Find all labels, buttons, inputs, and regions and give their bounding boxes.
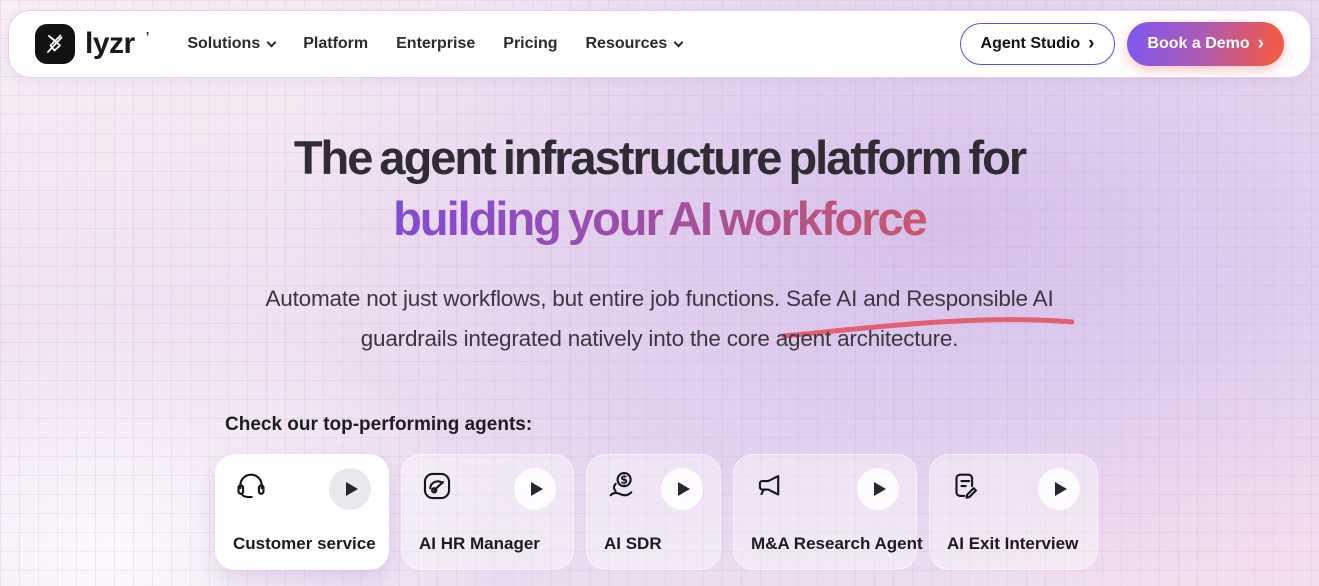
chevron-right-icon: ›	[1257, 33, 1264, 54]
gauge-icon	[419, 468, 455, 504]
title-line-2-gradient: building your AI workforce	[0, 189, 1319, 250]
play-icon	[874, 482, 886, 496]
agent-studio-button[interactable]: Agent Studio ›	[959, 23, 1116, 65]
navbar-actions: Agent Studio › Book a Demo ›	[959, 22, 1284, 66]
title-line-1: The agent infrastructure platform for	[293, 131, 1027, 184]
play-button[interactable]	[329, 468, 371, 510]
play-button[interactable]	[857, 468, 899, 510]
play-icon	[1055, 482, 1067, 496]
top-navbar: lyzr ’ Solutions Platform Enterprise Pri…	[8, 10, 1311, 78]
play-button[interactable]	[661, 468, 703, 510]
nav-item-platform[interactable]: Platform	[303, 35, 368, 53]
play-icon	[346, 482, 358, 496]
hand-dollar-icon: $	[604, 468, 640, 504]
agents-section-label: Check our top-performing agents:	[225, 414, 533, 435]
agent-cards-row: Customer service AI HR Manager $ AI SDR …	[215, 454, 1098, 570]
play-icon	[531, 482, 543, 496]
top-agents-section: Check our top-performing agents: Custome…	[215, 414, 1098, 570]
svg-text:$: $	[620, 472, 628, 486]
play-button[interactable]	[514, 468, 556, 510]
brand-wordmark: lyzr	[85, 27, 135, 60]
agent-card-customer-service[interactable]: Customer service	[215, 454, 389, 570]
nav-item-pricing[interactable]: Pricing	[503, 35, 557, 53]
lyzr-logo[interactable]: lyzr ’	[35, 24, 149, 64]
agent-card-ai-sdr[interactable]: $ AI SDR	[586, 454, 721, 570]
page-title: The agent infrastructure platform for bu…	[0, 128, 1319, 249]
agent-card-ai-exit-interview[interactable]: AI Exit Interview	[929, 454, 1098, 570]
chevron-right-icon: ›	[1088, 33, 1095, 54]
subtitle-line-1: Automate not just workflows, but entire …	[265, 286, 1054, 312]
nav-item-solutions[interactable]: Solutions	[187, 35, 277, 53]
headset-icon	[233, 468, 269, 504]
agent-card-ma-research-agent[interactable]: M&A Research Agent	[733, 454, 923, 570]
hero-subtitle: Automate not just workflows, but entire …	[0, 279, 1319, 359]
play-button[interactable]	[1038, 468, 1080, 510]
megaphone-icon	[751, 468, 787, 504]
play-icon	[678, 482, 690, 496]
document-edit-icon	[947, 468, 983, 504]
nav-item-enterprise[interactable]: Enterprise	[396, 35, 475, 53]
chevron-down-icon	[673, 37, 684, 47]
agent-card-label: AI HR Manager	[419, 534, 540, 553]
lyzr-logo-icon	[35, 24, 75, 64]
nav-item-resources[interactable]: Resources	[586, 35, 684, 53]
agent-card-label: AI Exit Interview	[947, 534, 1079, 553]
brand-tick: ’	[145, 29, 150, 44]
agent-card-label: Customer service	[233, 534, 376, 553]
agent-card-ai-hr-manager[interactable]: AI HR Manager	[401, 454, 574, 570]
book-demo-button[interactable]: Book a Demo ›	[1127, 22, 1284, 66]
chevron-down-icon	[266, 37, 277, 47]
main-nav: Solutions Platform Enterprise Pricing Re…	[187, 35, 684, 53]
subtitle-line-2: guardrails integrated natively into the …	[360, 326, 959, 352]
agent-card-label: M&A Research Agent	[751, 534, 923, 553]
agent-card-label: AI SDR	[604, 534, 662, 553]
